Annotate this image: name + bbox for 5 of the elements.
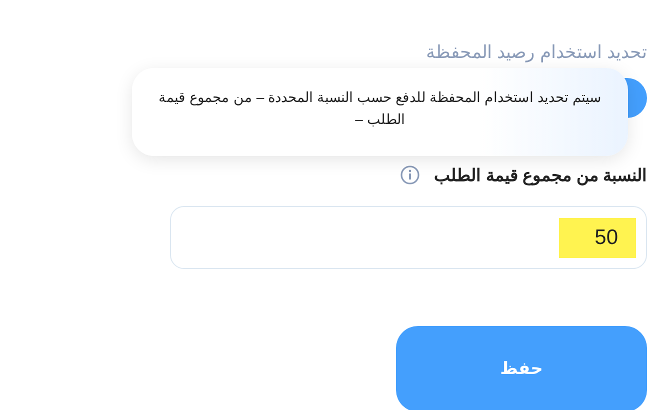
tooltip: سيتم تحديد استخدام المحفظة للدفع حسب النسبة المحددة – من مجموع قيمة الطلب – — [132, 68, 628, 156]
field-label: النسبة من مجموع قيمة الطلب — [434, 164, 647, 186]
info-icon[interactable] — [400, 165, 420, 185]
input-field[interactable]: 50 — [170, 206, 647, 269]
section-title: تحديد استخدام رصيد المحفظة — [424, 41, 647, 64]
